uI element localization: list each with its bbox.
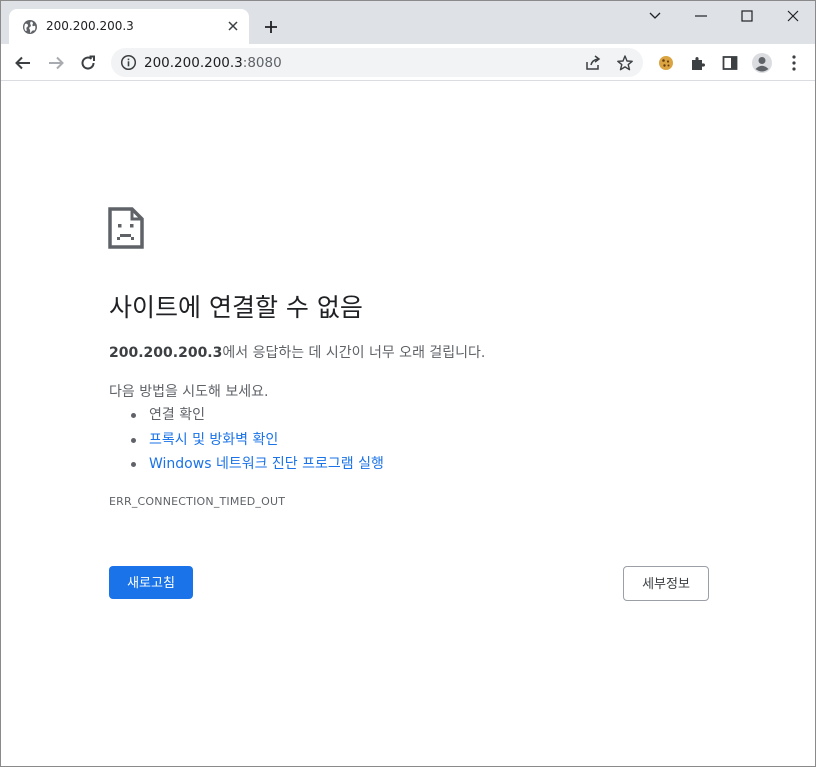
address-bar[interactable]: 200.200.200.3:8080: [111, 48, 643, 77]
suggestion-check-proxy-firewall[interactable]: 프록시 및 방화벽 확인: [131, 431, 384, 456]
browser-toolbar: 200.200.200.3:8080: [1, 44, 815, 81]
error-host: 200.200.200.3: [109, 345, 223, 361]
reload-button[interactable]: 새로고침: [109, 566, 193, 599]
new-tab-button[interactable]: [259, 15, 283, 39]
url-port: :8080: [242, 55, 282, 71]
maximize-icon[interactable]: [733, 5, 761, 27]
browser-tab[interactable]: 200.200.200.3: [9, 9, 249, 44]
details-button[interactable]: 세부정보: [623, 566, 709, 601]
info-icon[interactable]: [120, 54, 137, 71]
globe-icon: [22, 19, 38, 35]
title-bar: 200.200.200.3: [1, 1, 815, 44]
url-host: 200.200.200.3: [144, 55, 243, 71]
reload-icon[interactable]: [75, 50, 101, 76]
star-icon[interactable]: [616, 54, 634, 72]
error-message: 에서 응답하는 데 시간이 너무 오래 걸립니다.: [222, 345, 486, 361]
puzzle-icon[interactable]: [685, 50, 711, 76]
suggestion-check-connection: 연결 확인: [131, 406, 384, 431]
profile-icon[interactable]: [749, 50, 775, 76]
sad-document-icon: [108, 207, 144, 249]
cookie-extension-icon[interactable]: [653, 50, 679, 76]
error-description: 200.200.200.3에서 응답하는 데 시간이 너무 오래 걸립니다.: [109, 344, 485, 362]
share-icon[interactable]: [584, 54, 602, 72]
suggestion-run-network-diagnostics[interactable]: Windows 네트워크 진단 프로그램 실행: [131, 455, 384, 480]
error-title: 사이트에 연결할 수 없음: [109, 293, 363, 322]
url-text[interactable]: 200.200.200.3:8080: [144, 55, 282, 71]
close-icon[interactable]: [779, 5, 807, 27]
suggestions-list: 연결 확인 프록시 및 방화벽 확인 Windows 네트워크 진단 프로그램 …: [131, 406, 384, 480]
chevron-down-icon[interactable]: [641, 5, 669, 27]
back-icon[interactable]: [10, 50, 36, 76]
error-code: ERR_CONNECTION_TIMED_OUT: [109, 495, 286, 508]
menu-icon[interactable]: [781, 50, 807, 76]
error-page: 사이트에 연결할 수 없음 200.200.200.3에서 응답하는 데 시간이…: [1, 82, 815, 766]
forward-icon[interactable]: [43, 50, 69, 76]
close-tab-icon[interactable]: [225, 18, 241, 34]
suggestions-heading: 다음 방법을 시도해 보세요.: [109, 384, 269, 400]
tab-title: 200.200.200.3: [46, 19, 134, 33]
side-panel-icon[interactable]: [717, 50, 743, 76]
minimize-icon[interactable]: [687, 5, 715, 27]
